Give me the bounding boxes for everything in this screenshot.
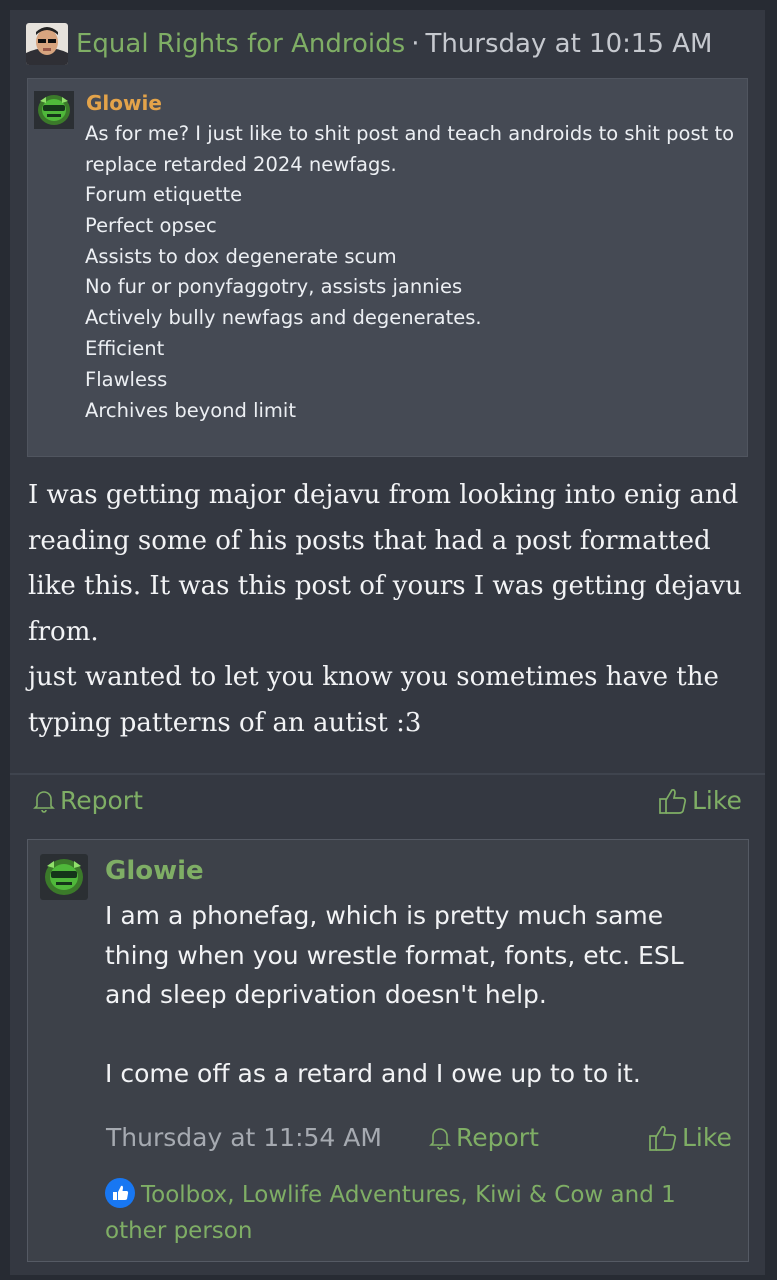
reply-report-label: Report [456,1123,539,1152]
header-separator: · [411,29,420,59]
quote-line: As for me? I just like to shit post and … [85,122,735,176]
quote-line: Flawless [85,367,168,391]
report-label: Report [60,786,143,815]
quote-block: Glowie As for me? I just like to shit po… [27,78,748,457]
reply-author-name[interactable]: Glowie [105,856,204,886]
quote-line: Forum etiquette [85,183,243,206]
post-body: I was getting major dejavu from looking … [28,473,754,746]
quote-line: Efficient [85,336,165,360]
reaction-users: Toolbox, Lowlife Adventures, Kiwi & Cow … [105,1182,676,1244]
reply-like-label: Like [682,1123,732,1152]
like-button[interactable]: Like [658,786,742,815]
reply-paragraph: I am a phonefag, which is pretty much sa… [105,901,684,1009]
reply-footer: Thursday at 11:54 AM Report Like [28,1123,748,1163]
bell-icon [32,788,56,814]
quote-author-name[interactable]: Glowie [86,91,162,115]
quote-line: No fur or ponyfaggotry, assists jannies [85,275,463,299]
quote-line: Assists to dox degenerate scum [85,244,397,268]
report-button[interactable]: Report [32,786,143,815]
quote-author-avatar[interactable] [34,91,74,129]
post-header: Equal Rights for Androids · Thursday at … [26,23,755,65]
reply-paragraph: I come off as a retard and I owe up to t… [105,1059,641,1088]
like-reaction-icon [105,1178,135,1208]
like-label: Like [692,786,742,815]
reaction-summary[interactable]: Toolbox, Lowlife Adventures, Kiwi & Cow … [105,1177,715,1249]
quote-line: Archives beyond limit [85,398,296,422]
reply-like-button[interactable]: Like [648,1123,732,1152]
author-avatar[interactable] [26,23,68,65]
post-actions: Report Like [10,786,765,830]
quote-line: Perfect opsec [85,213,217,237]
page: Equal Rights for Androids · Thursday at … [0,0,777,1280]
reply-author-avatar[interactable] [40,854,88,900]
reply-report-button[interactable]: Report [428,1123,539,1152]
reply-block: Glowie I am a phonefag, which is pretty … [27,839,749,1262]
post-divider [10,773,765,775]
thumbs-up-icon [648,1124,678,1152]
thumbs-up-icon [658,787,688,815]
post-timestamp[interactable]: Thursday at 10:15 AM [425,29,712,59]
reply-body: I am a phonefag, which is pretty much sa… [105,896,735,1094]
post-body-paragraph: I was getting major dejavu from looking … [28,480,742,647]
post: Equal Rights for Androids · Thursday at … [10,10,765,1275]
post-author-link[interactable]: Equal Rights for Androids [76,29,405,59]
reply-timestamp[interactable]: Thursday at 11:54 AM [106,1123,382,1152]
quote-line: Actively bully newfags and degenerates. [85,306,482,330]
quote-text: As for me? I just like to shit post and … [85,119,745,426]
bell-icon [428,1125,452,1151]
post-body-paragraph: just wanted to let you know you sometime… [28,662,719,738]
